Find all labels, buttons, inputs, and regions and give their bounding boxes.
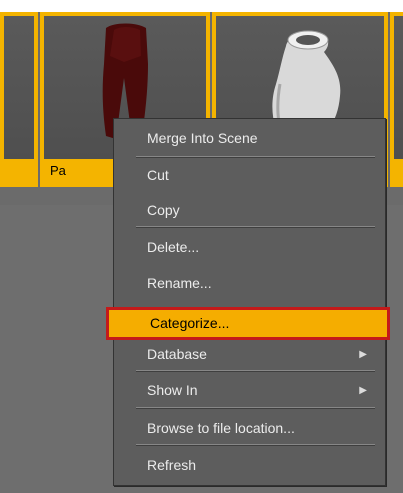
menu-item-merge-into-scene[interactable]: Merge Into Scene bbox=[134, 125, 377, 152]
thumbnail-caption bbox=[394, 159, 403, 183]
menu-item-categorize[interactable]: Categorize... bbox=[106, 307, 390, 340]
menu-separator bbox=[136, 407, 375, 409]
submenu-arrow-icon: ▶ bbox=[359, 385, 367, 396]
menu-item-copy[interactable]: Copy bbox=[134, 197, 377, 224]
thumbnail-item[interactable] bbox=[390, 12, 403, 187]
context-menu: Merge Into Scene Cut Copy Delete... Rena… bbox=[106, 118, 390, 486]
menu-separator bbox=[136, 370, 375, 372]
menu-item-rename[interactable]: Rename... bbox=[134, 270, 377, 297]
top-strip bbox=[0, 0, 403, 12]
menu-item-refresh[interactable]: Refresh bbox=[134, 452, 377, 479]
thumbnail-caption bbox=[4, 159, 34, 183]
menu-item-delete[interactable]: Delete... bbox=[134, 234, 377, 261]
menu-item-database[interactable]: Database ▶ bbox=[134, 341, 377, 368]
menu-separator bbox=[136, 226, 375, 228]
menu-item-show-in[interactable]: Show In ▶ bbox=[134, 377, 377, 404]
menu-item-label: Show In bbox=[147, 382, 198, 398]
menu-separator bbox=[136, 156, 375, 158]
menu-item-cut[interactable]: Cut bbox=[134, 162, 377, 189]
menu-item-browse-to-file-location[interactable]: Browse to file location... bbox=[134, 415, 377, 442]
submenu-arrow-icon: ▶ bbox=[359, 349, 367, 360]
menu-separator bbox=[136, 444, 375, 446]
thumbnail-item[interactable] bbox=[0, 12, 38, 187]
menu-item-label: Database bbox=[147, 346, 207, 362]
